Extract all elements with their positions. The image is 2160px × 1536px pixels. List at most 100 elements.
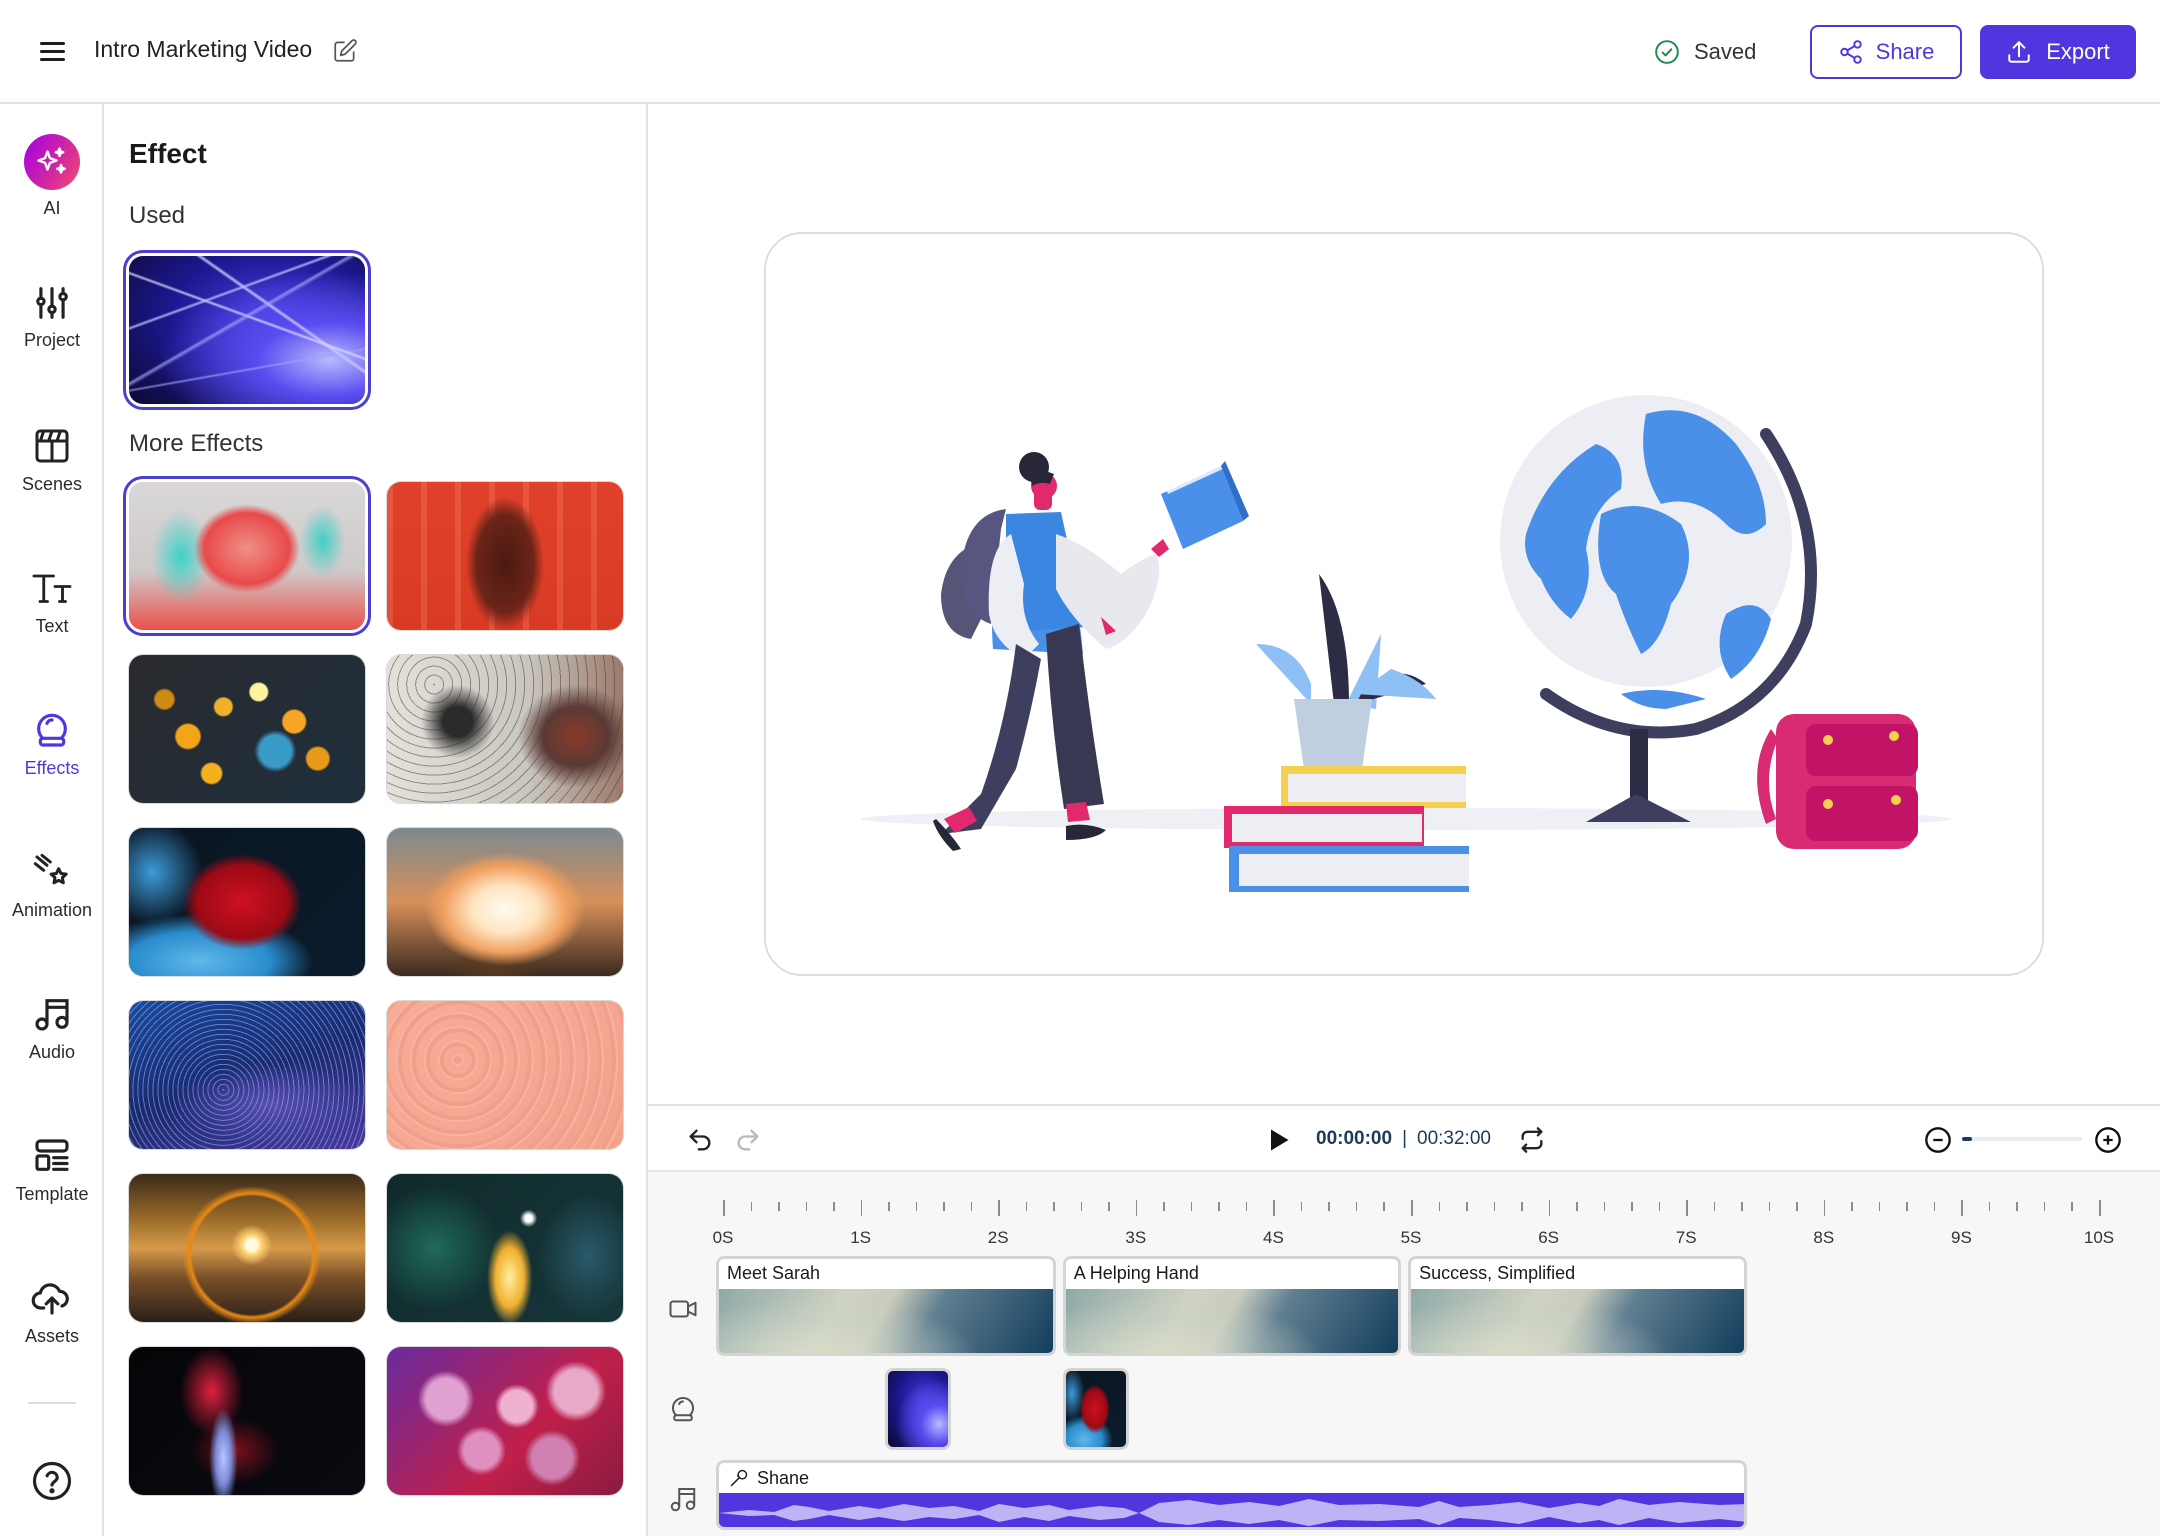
- menu-button[interactable]: [36, 36, 70, 68]
- ruler-label: 10S: [2083, 1228, 2115, 1247]
- effect-thumb-fiery-explosion[interactable]: [387, 828, 623, 976]
- layout-template-icon: [35, 1139, 69, 1171]
- ruler-major-tick: [2099, 1200, 2101, 1216]
- zoom-slider[interactable]: [1962, 1137, 2082, 1141]
- effect-thumb-kaleidoscope-portraits[interactable]: [387, 1347, 623, 1495]
- undo-icon: [689, 1129, 711, 1151]
- zoom-in-button[interactable]: [2094, 1126, 2122, 1159]
- rail-label-template: Template: [15, 1184, 89, 1204]
- rail-item-scenes[interactable]: Scenes: [0, 426, 104, 495]
- sliders-icon: [36, 287, 68, 319]
- scene-clip[interactable]: Success, Simplified: [1408, 1256, 1747, 1356]
- rail-label-audio: Audio: [28, 1042, 76, 1062]
- ruler-minor-tick: [1383, 1202, 1385, 1211]
- ruler-minor-tick: [1218, 1202, 1220, 1211]
- effects-track-icon: [672, 1397, 694, 1422]
- ruler-minor-tick: [1933, 1202, 1936, 1211]
- red-backpack: [1757, 714, 1918, 849]
- redo-button[interactable]: [734, 1126, 762, 1159]
- hamburger-icon: [40, 42, 65, 45]
- ruler-major-tick: [1411, 1200, 1413, 1216]
- redo-icon: [737, 1129, 759, 1151]
- rail-item-ai[interactable]: AI: [0, 134, 104, 219]
- ruler-minor-tick: [1741, 1202, 1743, 1211]
- clapperboard-icon: [35, 429, 69, 463]
- effect-chip-red-ink-blue-smoke[interactable]: [1062, 1368, 1129, 1450]
- export-label: Export: [2046, 39, 2110, 64]
- effect-thumb-red-text-projection[interactable]: [387, 482, 623, 630]
- canvas-stage[interactable]: [764, 232, 2044, 976]
- rail-label-text: Text: [35, 616, 69, 636]
- ruler-minor-tick: [943, 1202, 945, 1211]
- rail-label-assets: Assets: [24, 1326, 80, 1346]
- share-button[interactable]: Share: [1810, 25, 1962, 79]
- ruler-minor-tick: [1328, 1202, 1330, 1211]
- music-note-icon: [35, 999, 69, 1031]
- zoom-out-button[interactable]: [1924, 1126, 1952, 1159]
- effect-thumb-sun-halo-lens-flare[interactable]: [129, 1174, 365, 1322]
- potted-plant: [1256, 574, 1436, 769]
- rail-item-effects[interactable]: Effects: [0, 710, 104, 779]
- rail-item-template[interactable]: Template: [0, 1136, 104, 1205]
- ruler-minor-tick: [1163, 1202, 1165, 1211]
- left-rail: AI Project Scenes Text Effects Animation: [0, 104, 104, 1536]
- rail-item-text[interactable]: Text: [0, 568, 104, 637]
- hamburger-icon-line: [40, 58, 65, 61]
- used-section-label: Used: [129, 202, 186, 229]
- loop-button[interactable]: [1518, 1126, 1546, 1159]
- help-icon: [32, 1461, 72, 1501]
- ruler-label: 8S: [1813, 1228, 1835, 1247]
- timeline[interactable]: 0S 1S 2S 3S 4S 5S 6S 7S 8S 9S 10S Meet Sarah A Help…: [648, 1172, 2160, 1536]
- scene-clip[interactable]: Meet Sarah: [716, 1256, 1056, 1356]
- save-status-label: Saved: [1694, 39, 1757, 64]
- export-button[interactable]: Export: [1980, 25, 2136, 79]
- rail-item-audio[interactable]: Audio: [0, 994, 104, 1063]
- ruler-major-tick: [1548, 1200, 1551, 1216]
- scene-clip-title: Meet Sarah: [719, 1259, 1053, 1289]
- rail-label-ai: AI: [43, 198, 61, 218]
- project-title[interactable]: Intro Marketing Video: [94, 36, 312, 63]
- scene-clip[interactable]: A Helping Hand: [1062, 1256, 1402, 1356]
- effect-thumb-blue-glitter-wave[interactable]: [129, 1001, 365, 1149]
- audio-clip[interactable]: Shane: [716, 1460, 1747, 1530]
- share-label: Share: [1875, 39, 1935, 64]
- effect-thumbnail-image: [387, 482, 623, 630]
- ruler-minor-tick: [1851, 1202, 1853, 1211]
- ruler-minor-tick: [805, 1202, 808, 1211]
- effect-chip-blue-light-streaks[interactable]: [885, 1368, 952, 1450]
- ruler-minor-tick: [1603, 1202, 1606, 1211]
- effect-thumbnail-image: [387, 1347, 623, 1495]
- effect-thumb-golden-bokeh[interactable]: [129, 655, 365, 803]
- effect-thumb-sparkler-fire[interactable]: [387, 1174, 623, 1322]
- ruler-minor-tick: [2071, 1202, 2073, 1211]
- time-ruler[interactable]: 0S 1S 2S 3S 4S 5S 6S 7S 8S 9S 10S: [713, 1200, 2114, 1250]
- effect-thumbnail-image: [129, 828, 365, 976]
- ruler-minor-tick: [1878, 1202, 1881, 1211]
- audio-clip-header: Shane: [719, 1463, 1744, 1493]
- effect-thumb-red-ink-blue-smoke[interactable]: [129, 828, 365, 976]
- effect-thumbnail-image: [129, 655, 365, 803]
- ruler-minor-tick: [1190, 1202, 1193, 1211]
- cloud-upload-icon: [31, 1283, 69, 1315]
- effect-thumb-rgb-split-portrait[interactable]: [129, 482, 365, 630]
- effect-thumbnail-image: [387, 655, 623, 803]
- effect-thumbnail-image: [129, 482, 365, 630]
- panel-title: Effect: [129, 138, 207, 169]
- rail-item-project[interactable]: Project: [0, 284, 104, 351]
- ruler-major-tick: [1686, 1200, 1688, 1216]
- rail-item-assets[interactable]: Assets: [0, 1278, 104, 1347]
- effect-thumb-blue-light-streaks[interactable]: [129, 256, 365, 404]
- effect-thumb-rain-drops-glass[interactable]: [387, 655, 623, 803]
- help-button[interactable]: [0, 1460, 104, 1502]
- undo-button[interactable]: [686, 1126, 714, 1159]
- ruler-minor-tick: [778, 1202, 780, 1211]
- edit-title-button[interactable]: [332, 38, 358, 64]
- rail-item-animation[interactable]: Animation: [0, 852, 104, 921]
- effect-thumb-red-smoke-swirl[interactable]: [129, 1347, 365, 1495]
- ruler-minor-tick: [1300, 1202, 1303, 1211]
- timecode: 00:00:00 | 00:32:00: [1316, 1128, 1491, 1150]
- crystal-ball-icon: [37, 713, 67, 747]
- play-button[interactable]: [1264, 1126, 1292, 1159]
- effects-panel: Effect Used More Effects: [104, 104, 648, 1536]
- effect-thumb-peach-water-droplets[interactable]: [387, 1001, 623, 1149]
